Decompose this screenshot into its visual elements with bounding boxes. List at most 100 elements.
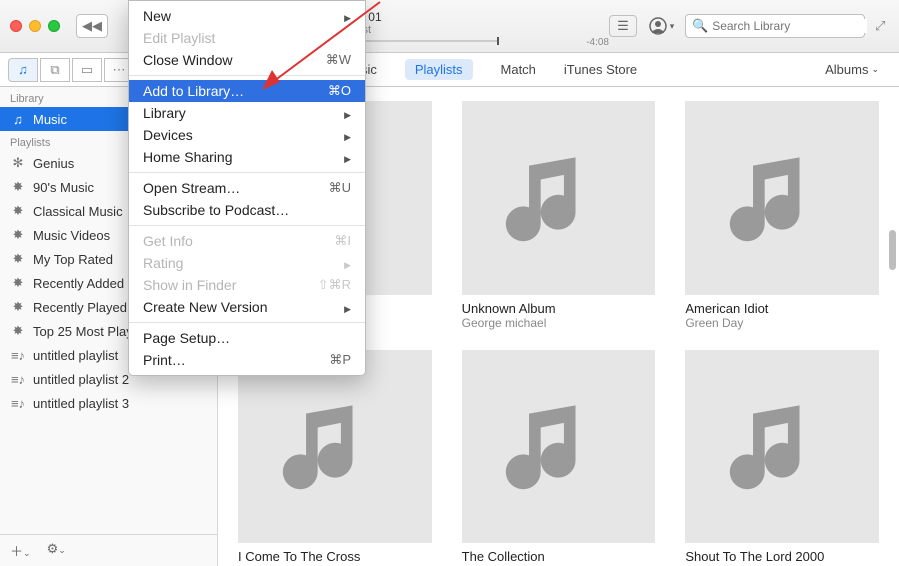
search-field[interactable]: 🔍 <box>685 14 865 38</box>
menu-separator <box>129 225 365 226</box>
sidebar-item-label: Genius <box>33 156 74 171</box>
gear-icon: ✸ <box>10 227 26 243</box>
gear-icon: ✸ <box>10 275 26 291</box>
album-title: Unknown Album <box>462 301 656 316</box>
search-icon: 🔍 <box>692 18 708 34</box>
menu-shortcut: ⌘P <box>329 352 351 368</box>
sidebar-item-label: Classical Music <box>33 204 123 219</box>
menu-item: Get Info⌘I <box>129 230 365 252</box>
album-tile[interactable]: The CollectionHilary Weeks <box>462 350 656 566</box>
album-title: The Collection <box>462 549 656 564</box>
sidebar-item-playlist[interactable]: ≡♪untitled playlist 3 <box>0 391 217 415</box>
window-controls <box>0 20 70 32</box>
sidebar-item-label: untitled playlist <box>33 348 118 363</box>
album-cover <box>462 101 656 295</box>
submenu-arrow-icon <box>344 127 351 143</box>
sidebar-item-label: 90's Music <box>33 180 94 195</box>
menu-item[interactable]: Library <box>129 102 365 124</box>
playlist-settings-button[interactable]: ⚙⌄ <box>47 541 66 560</box>
menu-item[interactable]: Create New Version <box>129 296 365 318</box>
tab-store[interactable]: iTunes Store <box>564 59 637 80</box>
menu-item-label: Print… <box>143 352 186 368</box>
menu-item-label: Get Info <box>143 233 193 249</box>
menu-item[interactable]: Add to Library… ⌘O <box>129 80 365 102</box>
genius-icon: ✻ <box>10 155 26 171</box>
menu-item: Edit Playlist <box>129 27 365 49</box>
tv-tab[interactable]: ▭ <box>72 58 102 82</box>
menu-item-label: Add to Library… <box>143 83 244 99</box>
album-tile[interactable]: I Come To The CrossHarvest Worship Band <box>238 350 432 566</box>
search-input[interactable] <box>712 19 867 33</box>
sidebar-footer: ＋⌄ ⚙⌄ <box>0 534 217 566</box>
menu-item-label: Rating <box>143 255 183 271</box>
menu-item-label: Edit Playlist <box>143 30 215 46</box>
menu-item[interactable]: Page Setup… <box>129 327 365 349</box>
list-icon: ≡♪ <box>10 371 26 387</box>
menu-item-label: Subscribe to Podcast… <box>143 202 289 218</box>
menu-item-label: Open Stream… <box>143 180 240 196</box>
music-tab[interactable]: ♫ <box>8 58 38 82</box>
menu-item[interactable]: Devices <box>129 124 365 146</box>
music-icon: ♫ <box>10 111 26 127</box>
gear-icon: ✸ <box>10 179 26 195</box>
album-artist: George michael <box>462 316 656 330</box>
album-title: I Come To The Cross <box>238 549 432 564</box>
media-type-tabs: ♫ ⧉ ▭ ⋯ <box>8 58 134 82</box>
album-title: Shout To The Lord 2000 <box>685 549 879 564</box>
menu-item[interactable]: Subscribe to Podcast… <box>129 199 365 221</box>
menu-item-label: Show in Finder <box>143 277 236 293</box>
account-menu[interactable]: ▾ <box>647 15 675 37</box>
album-cover <box>238 350 432 544</box>
menu-item-label: Create New Version <box>143 299 268 315</box>
menu-shortcut: ⌘O <box>328 83 351 99</box>
menu-shortcut: ⌘W <box>326 52 351 68</box>
close-window-button[interactable] <box>10 20 22 32</box>
gear-icon: ✸ <box>10 203 26 219</box>
submenu-arrow-icon <box>344 149 351 165</box>
sidebar-item-label: Recently Played <box>33 300 127 315</box>
sidebar-item-label: My Top Rated <box>33 252 113 267</box>
menu-separator <box>129 75 365 76</box>
view-selector[interactable]: Albums ⌄ <box>825 62 891 77</box>
view-selector-label: Albums <box>825 62 868 77</box>
menu-item-label: New <box>143 8 171 24</box>
menu-item[interactable]: New <box>129 5 365 27</box>
menu-item-label: Page Setup… <box>143 330 230 346</box>
album-cover <box>685 350 879 544</box>
add-playlist-button[interactable]: ＋⌄ <box>10 541 31 560</box>
time-remaining: -4:08 <box>586 37 609 48</box>
fullscreen-button[interactable]: ⤢ <box>875 18 893 34</box>
menu-item[interactable]: Close Window ⌘W <box>129 49 365 71</box>
tab-match[interactable]: Match <box>501 59 536 80</box>
menu-shortcut: ⌘U <box>329 180 351 196</box>
album-tile[interactable]: Shout To The Lord 2000Hillsongs <box>685 350 879 566</box>
gear-icon: ✸ <box>10 251 26 267</box>
sidebar-item-label: untitled playlist 2 <box>33 372 129 387</box>
album-cover <box>685 101 879 295</box>
album-tile[interactable]: American IdiotGreen Day <box>685 101 879 330</box>
sidebar-item-label: Music Videos <box>33 228 110 243</box>
submenu-arrow-icon <box>344 8 351 24</box>
up-next-button[interactable]: ☰ <box>609 15 637 37</box>
gear-icon: ✸ <box>10 323 26 339</box>
menu-item-label: Home Sharing <box>143 149 233 165</box>
album-cover <box>462 350 656 544</box>
sidebar-item-label: untitled playlist 3 <box>33 396 129 411</box>
minimize-window-button[interactable] <box>29 20 41 32</box>
list-icon: ≡♪ <box>10 347 26 363</box>
submenu-arrow-icon <box>344 255 351 271</box>
back-button[interactable]: ◀◀ <box>76 14 108 38</box>
sidebar-item-label: Recently Added <box>33 276 124 291</box>
menu-shortcut: ⇧⌘R <box>318 277 351 293</box>
menu-item-label: Library <box>143 105 186 121</box>
menu-item-label: Close Window <box>143 52 232 68</box>
menu-item[interactable]: Print… ⌘P <box>129 349 365 371</box>
menu-item[interactable]: Home Sharing <box>129 146 365 168</box>
movies-tab[interactable]: ⧉ <box>40 58 70 82</box>
album-tile[interactable]: Unknown AlbumGeorge michael <box>462 101 656 330</box>
menu-item[interactable]: Open Stream… ⌘U <box>129 177 365 199</box>
menu-separator <box>129 172 365 173</box>
tab-playlists[interactable]: Playlists <box>405 59 473 80</box>
zoom-window-button[interactable] <box>48 20 60 32</box>
scrollbar-thumb[interactable] <box>889 230 896 270</box>
